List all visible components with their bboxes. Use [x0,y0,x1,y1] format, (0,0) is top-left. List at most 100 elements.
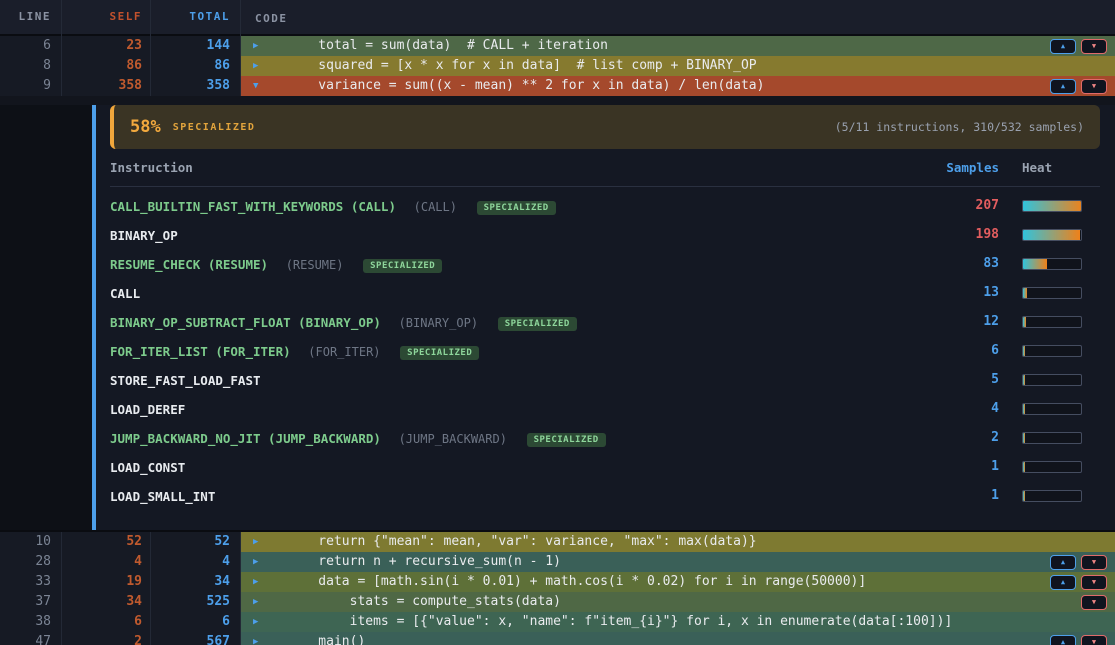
table-header: LINE SELF TOTAL CODE [0,0,1115,36]
jump-down-button[interactable]: ▼ [1081,79,1107,94]
instruction-table-header: Instruction Samples Heat [110,149,1100,187]
code-cell[interactable]: ▶ squared = [x * x for x in data] # list… [241,56,1115,76]
heat-bar-fill [1023,317,1026,327]
jump-up-button[interactable]: ▲ [1050,39,1076,54]
row-nav-buttons: ▲ ▼ [1050,595,1107,610]
heat-bar-fill [1023,462,1025,472]
self-sample-count: 34 [62,592,151,612]
code-cell[interactable]: ▶ items = [{"value": x, "name": f"item_{… [241,612,1115,632]
code-cell[interactable]: ▶ return {"mean": mean, "var": variance,… [241,532,1115,552]
code-cell[interactable]: ▶ main() ▲ ▼ [241,632,1115,645]
heat-bar-track [1022,374,1082,386]
instruction-name: RESUME_CHECK (RESUME) [110,257,268,272]
disclosure-triangle-icon[interactable]: ▼ [253,76,267,96]
instruction-row: CALL_BUILTIN_FAST_WITH_KEYWORDS (CALL) (… [110,191,1100,220]
code-cell[interactable]: ▼ variance = sum((x - mean) ** 2 for x i… [241,76,1115,96]
specialized-badge: SPECIALIZED [498,317,577,331]
code-rows-bottom: 10 52 52 ▶ return {"mean": mean, "var": … [0,530,1115,645]
heat-cell [1011,316,1100,328]
jump-up-button[interactable]: ▲ [1050,635,1076,645]
instruction-samples: 1 [919,488,999,503]
code-text: data = [math.sin(i * 0.01) + math.cos(i … [287,572,866,592]
total-sample-count: 567 [151,632,241,645]
instruction-row: LOAD_DEREF 4 [110,394,1100,423]
specialized-badge: SPECIALIZED [400,346,479,360]
instruction-name-cell: CALL_BUILTIN_FAST_WITH_KEYWORDS (CALL) (… [110,196,919,215]
total-sample-count: 4 [151,552,241,572]
instruction-samples: 6 [919,343,999,358]
instruction-name-cell: BINARY_OP [110,225,919,244]
heat-bar-fill [1023,375,1025,385]
instruction-samples: 1 [919,459,999,474]
instruction-row: BINARY_OP 198 [110,220,1100,249]
heat-bar-fill [1023,230,1080,240]
disclosure-triangle-icon[interactable]: ▶ [253,532,267,552]
heat-bar-fill [1023,404,1025,414]
heat-cell [1011,345,1100,357]
instruction-row: RESUME_CHECK (RESUME) (RESUME) SPECIALIZ… [110,249,1100,278]
jump-down-button[interactable]: ▼ [1081,575,1107,590]
heat-bar-fill [1023,433,1025,443]
self-sample-count: 6 [62,612,151,632]
line-number: 8 [0,56,62,76]
self-column-header: SELF [62,0,151,36]
code-line-row: 38 6 6 ▶ items = [{"value": x, "name": f… [0,612,1115,632]
instruction-row: LOAD_CONST 1 [110,452,1100,481]
code-text: total = sum(data) # CALL + iteration [287,36,608,56]
heat-bar-track [1022,258,1082,270]
instruction-name: JUMP_BACKWARD_NO_JIT (JUMP_BACKWARD) [110,431,381,446]
heat-bar-fill [1023,491,1025,501]
heat-cell [1011,200,1100,212]
instruction-samples: 2 [919,430,999,445]
instruction-name: CALL_BUILTIN_FAST_WITH_KEYWORDS (CALL) [110,199,396,214]
instruction-rows: CALL_BUILTIN_FAST_WITH_KEYWORDS (CALL) (… [110,187,1100,510]
instruction-samples: 12 [919,314,999,329]
disclosure-triangle-icon[interactable]: ▶ [253,592,267,612]
specialized-badge: SPECIALIZED [527,433,606,447]
heat-cell [1011,403,1100,415]
line-number: 28 [0,552,62,572]
disclosure-triangle-icon[interactable]: ▶ [253,552,267,572]
code-cell[interactable]: ▶ return n + recursive_sum(n - 1) ▲ ▼ [241,552,1115,572]
heat-bar-track [1022,200,1082,212]
instruction-row: LOAD_SMALL_INT 1 [110,481,1100,510]
specialization-banner: 58% SPECIALIZED (5/11 instructions, 310/… [110,105,1100,149]
heat-bar-track [1022,490,1082,502]
instruction-base-opcode: (JUMP_BACKWARD) [399,432,507,446]
heat-cell [1011,258,1100,270]
heat-cell [1011,461,1100,473]
instruction-samples: 4 [919,401,999,416]
total-sample-count: 6 [151,612,241,632]
heat-header: Heat [1011,160,1100,175]
instruction-name-cell: LOAD_CONST [110,457,919,476]
line-column-header: LINE [0,0,62,36]
disclosure-triangle-icon[interactable]: ▶ [253,572,267,592]
code-cell[interactable]: ▶ data = [math.sin(i * 0.01) + math.cos(… [241,572,1115,592]
disclosure-triangle-icon[interactable]: ▶ [253,36,267,56]
disclosure-triangle-icon[interactable]: ▶ [253,56,267,76]
heat-bar-track [1022,461,1082,473]
code-cell[interactable]: ▶ stats = compute_stats(data) ▲ ▼ [241,592,1115,612]
jump-up-button[interactable]: ▲ [1050,79,1076,94]
jump-down-button[interactable]: ▼ [1081,595,1107,610]
code-line-row: 8 86 86 ▶ squared = [x * x for x in data… [0,56,1115,76]
jump-down-button[interactable]: ▼ [1081,635,1107,645]
heat-cell [1011,490,1100,502]
jump-up-button[interactable]: ▲ [1050,575,1076,590]
heat-bar-track [1022,432,1082,444]
heat-cell [1011,287,1100,299]
line-number: 6 [0,36,62,56]
heat-bar-fill [1023,201,1082,211]
code-text: variance = sum((x - mean) ** 2 for x in … [287,76,764,96]
total-sample-count: 52 [151,532,241,552]
code-cell[interactable]: ▶ total = sum(data) # CALL + iteration ▲… [241,36,1115,56]
disclosure-triangle-icon[interactable]: ▶ [253,612,267,632]
jump-down-button[interactable]: ▼ [1081,39,1107,54]
samples-header: Samples [919,160,999,175]
heat-bar-fill [1023,288,1027,298]
specialized-badge: SPECIALIZED [477,201,556,215]
jump-up-button[interactable]: ▲ [1050,555,1076,570]
specialized-label: SPECIALIZED [173,122,256,133]
jump-down-button[interactable]: ▼ [1081,555,1107,570]
disclosure-triangle-icon[interactable]: ▶ [253,632,267,645]
